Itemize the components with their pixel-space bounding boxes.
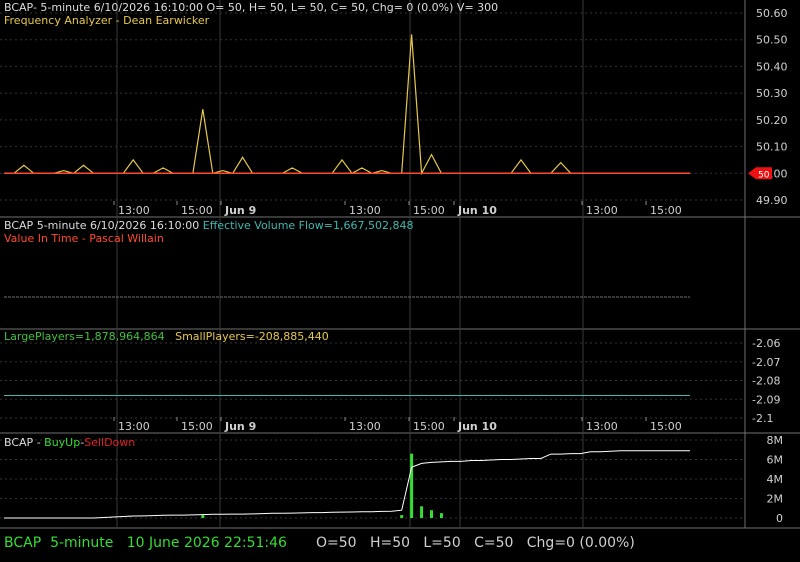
status-interval: 5-minute: [50, 535, 114, 551]
panel2-symbol: BCAP: [4, 219, 34, 232]
p1-y-tick: 50.30: [756, 87, 788, 100]
panel1-datetime: 6/10/2026 16:10:00: [93, 1, 203, 14]
p1-x-tick: 13:00: [118, 204, 150, 217]
panel1-ohlc: O= 50, H= 50, L= 50, C= 50, Chg= 0 (0.0%…: [206, 1, 499, 14]
p3-x-tick: 13:00: [349, 420, 381, 433]
p1-x-tick: 15:00: [650, 204, 682, 217]
buyup-label: BuyUp: [44, 436, 81, 449]
large-players-label: LargePlayers=1,878,964,864: [4, 330, 165, 343]
p3-y-tick: -2.1: [752, 412, 773, 425]
p3-x-tick: 13:00: [118, 420, 150, 433]
status-change: Chg=0 (0.00%): [526, 535, 635, 551]
p3-x-tick: 15:00: [650, 420, 682, 433]
p1-x-tick: 15:00: [413, 204, 445, 217]
selldown-label: SellDown: [84, 436, 136, 449]
p1-x-tick: 15:00: [181, 204, 213, 217]
p3-x-tick: Jun 10: [457, 420, 497, 433]
p4-y-tick: 6M: [767, 454, 784, 467]
status-bar: BCAP 5-minute 10 June 2026 22:51:46: [4, 535, 287, 551]
chart-canvas: 50.6050.5050.4050.3050.2050.1050.0049.90…: [0, 0, 800, 529]
p1-y-tick: 50.20: [756, 114, 788, 127]
panel1-symbol: BCAP-: [4, 1, 37, 14]
p1-y-tick: 49.90: [756, 194, 788, 207]
panel2-datetime: 6/10/2026 16:10:00: [89, 219, 200, 232]
p1-y-tick: 50.40: [756, 60, 788, 73]
p3-x-tick: Jun 9: [224, 420, 256, 433]
panel1-indicator-label: Frequency Analyzer - Dean Earwicker: [4, 14, 210, 27]
panel4-header: BCAP - BuyUp-SellDown: [4, 436, 135, 449]
panel2-indicator-label: Value In Time - Pascal Willain: [4, 232, 164, 245]
p1-x-tick: 13:00: [349, 204, 381, 217]
p1-y-tick: 50.50: [756, 34, 788, 47]
status-close: C=50: [474, 535, 514, 551]
p4-y-tick: 2M: [767, 493, 784, 506]
price-marker-label: 50: [758, 170, 770, 180]
status-high: H=50: [369, 535, 411, 551]
buyup-bar: [439, 513, 443, 518]
p3-x-tick: 15:00: [181, 420, 213, 433]
panel1-interval: 5-minute: [40, 1, 91, 14]
buyup-bar: [430, 510, 434, 518]
panel2-header: BCAP 5-minute 6/10/2026 16:10:00 Effecti…: [4, 219, 413, 232]
panel4-symbol: BCAP -: [4, 436, 45, 449]
p1-x-tick: 13:00: [586, 204, 618, 217]
p4-y-tick: 0: [776, 512, 783, 525]
cumulative-line: [4, 450, 690, 519]
p1-x-tick: Jun 10: [457, 204, 497, 217]
p3-x-tick: 13:00: [586, 420, 618, 433]
panel3-header: LargePlayers=1,878,964,864 SmallPlayers=…: [4, 330, 329, 343]
panel1-header: BCAP- 5-minute 6/10/2026 16:10:00 O= 50,…: [4, 1, 498, 14]
status-ohlc: O=50 H=50 L=50 C=50 Chg=0 (0.00%): [316, 535, 635, 551]
buyup-bar: [201, 515, 205, 518]
status-open: O=50: [316, 535, 357, 551]
buyup-bar: [410, 453, 414, 518]
buyup-bar: [400, 515, 404, 518]
p1-y-tick: 50.10: [756, 141, 788, 154]
panel2-indicator: Effective Volume Flow=1,667,502,848: [202, 219, 414, 232]
status-symbol: BCAP: [4, 535, 42, 551]
small-players-label: SmallPlayers=-208,885,440: [175, 330, 329, 343]
p3-y-tick: -2.08: [752, 375, 780, 388]
status-datetime: 10 June 2026 22:51:46: [126, 535, 287, 551]
p3-y-tick: -2.07: [752, 356, 780, 369]
p1-x-tick: Jun 9: [224, 204, 256, 217]
p4-y-tick: 8M: [767, 434, 784, 447]
p3-x-tick: 15:00: [413, 420, 445, 433]
p4-y-tick: 4M: [767, 473, 784, 486]
frequency-line: [4, 34, 690, 176]
p1-y-tick: 50.60: [756, 7, 788, 20]
panel2-interval: 5-minute: [36, 219, 87, 232]
status-low: L=50: [423, 535, 461, 551]
p3-y-tick: -2.06: [752, 337, 780, 350]
p3-y-tick: -2.09: [752, 393, 780, 406]
buyup-bar: [420, 506, 424, 518]
